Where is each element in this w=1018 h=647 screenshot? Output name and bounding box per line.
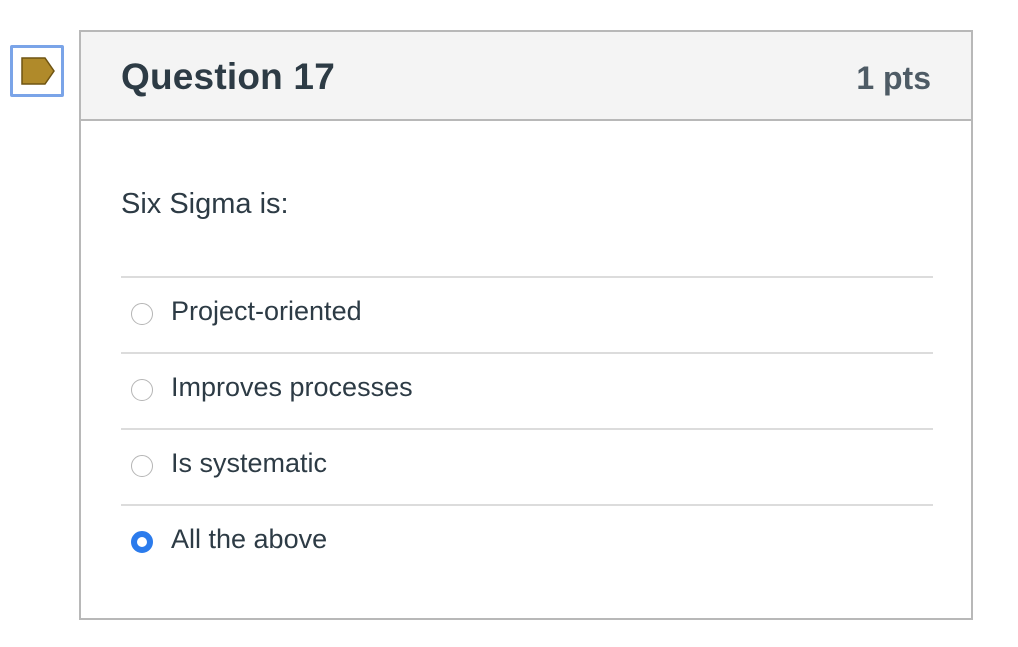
answer-option[interactable]: Improves processes	[121, 354, 933, 430]
radio-button[interactable]	[131, 379, 153, 401]
bookmark-flag-icon	[21, 57, 55, 85]
radio-button[interactable]	[131, 303, 153, 325]
question-title: Question 17	[121, 56, 335, 97]
answer-option[interactable]: All the above	[121, 506, 933, 580]
answer-list: Project-oriented Improves processes Is s…	[121, 276, 933, 580]
flag-question-button[interactable]	[10, 45, 64, 97]
radio-button[interactable]	[131, 455, 153, 477]
question-text: Six Sigma is:	[121, 188, 289, 220]
answer-label: Improves processes	[171, 372, 413, 402]
answer-option[interactable]: Project-oriented	[121, 278, 933, 354]
answer-label: Project-oriented	[171, 296, 362, 326]
question-points: 1 pts	[856, 60, 931, 96]
answer-label: Is systematic	[171, 448, 328, 478]
radio-button[interactable]	[131, 531, 153, 553]
question-header: Question 17 1 pts	[81, 32, 971, 121]
answer-label: All the above	[171, 524, 328, 554]
question-card: Question 17 1 pts Six Sigma is: Project-…	[79, 30, 973, 620]
answer-option[interactable]: Is systematic	[121, 430, 933, 506]
